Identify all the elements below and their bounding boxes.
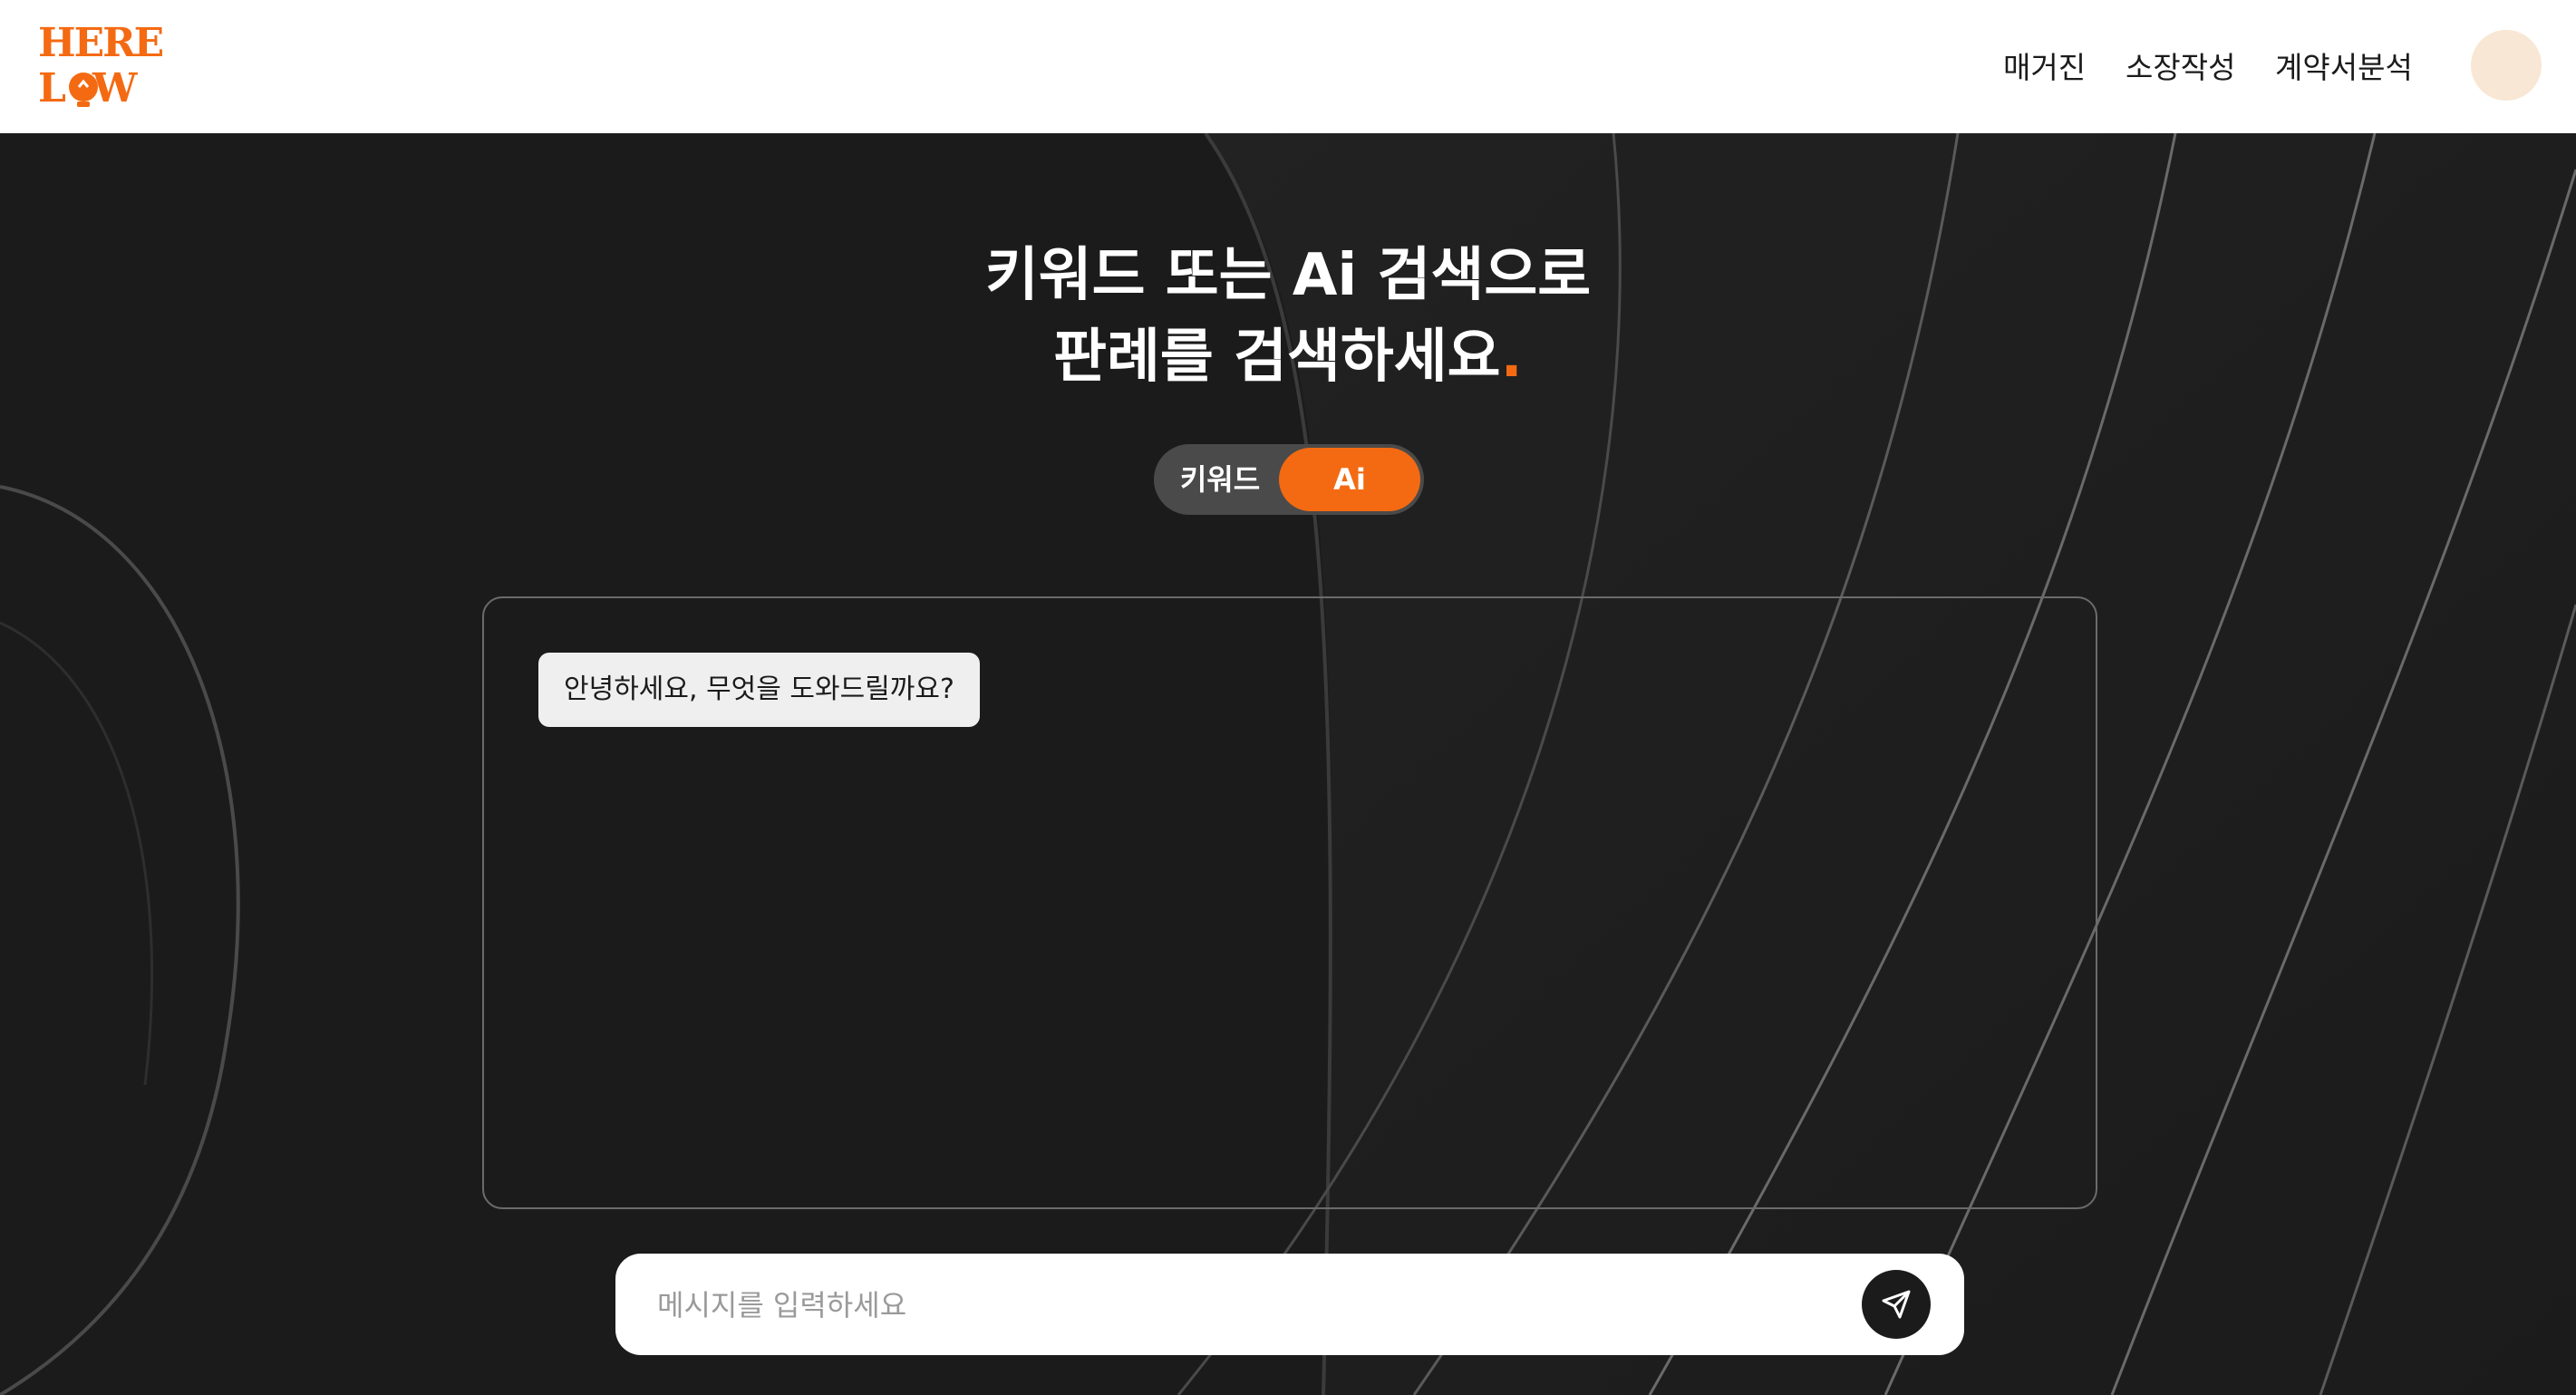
logo-line2-suffix: W <box>92 65 138 109</box>
top-header: HERE W L 매거진 소장작성 계약서분석 <box>0 0 2576 133</box>
message-input[interactable] <box>655 1277 1837 1333</box>
chat-panel: 안녕하세요, 무엇을 도와드릴까요? <box>482 596 2097 1209</box>
logo-line1: HERE <box>38 20 163 66</box>
headline-line2: 판례를 검색하세요. <box>0 316 2576 398</box>
assistant-message: 안녕하세요, 무엇을 도와드릴까요? <box>538 653 980 727</box>
nav-item-contract-analysis[interactable]: 계약서분석 <box>2275 44 2413 87</box>
toggle-keyword[interactable]: 키워드 <box>1161 448 1279 511</box>
headline-line1: 키워드 또는 Ai 검색으로 <box>984 242 1592 309</box>
toggle-ai[interactable]: Ai <box>1279 448 1420 511</box>
hero-section: 키워드 또는 Ai 검색으로 판례를 검색하세요. 키워드 Ai 안녕하세요, … <box>0 133 2576 1395</box>
headline-line2-text: 판례를 검색하세요 <box>1053 324 1501 391</box>
send-icon <box>1882 1290 1911 1319</box>
nav-item-complaint[interactable]: 소장작성 <box>2126 44 2235 87</box>
nav-item-magazine[interactable]: 매거진 <box>2003 44 2086 87</box>
send-button[interactable] <box>1862 1270 1931 1339</box>
headline-accent-dot: . <box>1500 324 1523 391</box>
user-avatar[interactable] <box>2471 30 2542 101</box>
site-logo[interactable]: HERE W L <box>36 18 218 109</box>
message-composer <box>615 1254 1964 1355</box>
search-mode-toggle[interactable]: 키워드 Ai <box>1154 444 1424 515</box>
logo-line2-prefix: L <box>38 65 65 109</box>
